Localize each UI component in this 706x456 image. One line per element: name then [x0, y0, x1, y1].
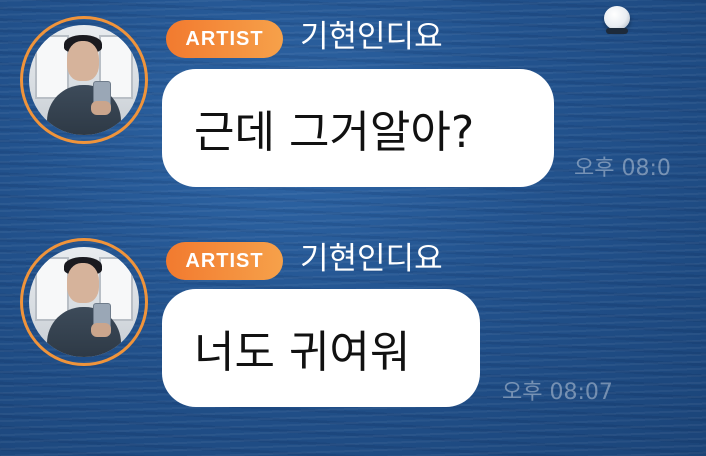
message-timestamp: 오후 08:07: [502, 380, 613, 405]
artist-badge: ARTIST: [166, 20, 283, 58]
avatar-photo: [29, 247, 139, 357]
sender-name[interactable]: 기현인디요: [300, 16, 443, 58]
message-timestamp: 오후 08:0: [574, 156, 671, 181]
profile-avatar[interactable]: [20, 238, 148, 366]
chat-message: ARTIST 기현인디요 근데 그거알아? 오후 08:0: [0, 12, 706, 192]
profile-avatar[interactable]: [20, 16, 148, 144]
message-text: 근데 그거알아?: [194, 107, 475, 158]
message-bubble[interactable]: 근데 그거알아?: [162, 69, 554, 187]
artist-badge: ARTIST: [166, 242, 283, 280]
avatar-photo: [29, 25, 139, 135]
message-bubble[interactable]: 너도 귀여워: [162, 289, 480, 407]
sender-name[interactable]: 기현인디요: [300, 238, 443, 280]
message-text: 너도 귀여워: [194, 327, 411, 378]
chat-message: ARTIST 기현인디요 너도 귀여워 오후 08:07: [0, 234, 706, 414]
